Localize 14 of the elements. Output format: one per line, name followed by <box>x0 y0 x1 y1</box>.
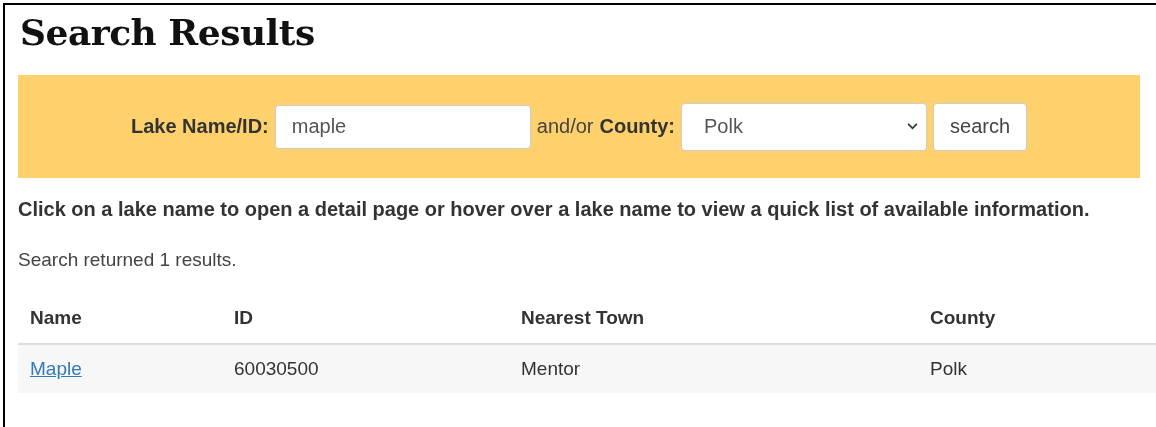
chevron-down-icon <box>907 123 919 130</box>
lake-link[interactable]: Maple <box>30 358 82 379</box>
table-cell: Mentor <box>509 344 918 393</box>
field-label: County: <box>599 115 676 138</box>
county-dropdown[interactable]: Polk <box>681 102 928 151</box>
field-label: Lake Name/ID: <box>130 115 269 138</box>
instructions-text: Click on a lake name to open a detail page or hover over a lake name to view a quick list of available information. <box>18 197 1091 222</box>
table-cell: Polk <box>918 344 1156 393</box>
lake-name-field[interactable]: maple <box>274 104 531 149</box>
connector-text: and/or <box>536 115 594 138</box>
result-count: Search returned 1 results. <box>18 249 238 271</box>
page-title: Search Results <box>19 10 316 55</box>
table-cell: 60030500 <box>222 344 509 393</box>
search-button[interactable]: search <box>933 102 1028 151</box>
